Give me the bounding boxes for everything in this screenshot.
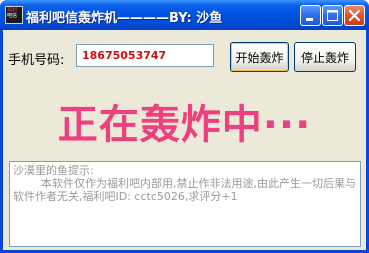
close-icon: [348, 9, 361, 22]
phone-label: 手机号码:: [8, 53, 65, 68]
app-icon-text-2: 吧信: [7, 13, 18, 19]
title-bar[interactable]: 福利 吧信 福利吧信轰炸机————BY: 沙鱼: [0, 0, 369, 30]
window-title: 福利吧信轰炸机————BY: 沙鱼: [26, 11, 223, 26]
start-bombing-button[interactable]: 开始轰炸: [230, 42, 289, 72]
stop-bombing-button[interactable]: 停止轰炸: [294, 42, 356, 72]
notice-textarea[interactable]: 沙漠里的鱼提示: 本软件仅作为福利吧内部用,禁止作非法用途,由此产生一切后果与软…: [9, 161, 361, 247]
app-icon: 福利 吧信: [5, 6, 23, 24]
status-banner: 正在轰炸中···: [57, 102, 312, 148]
close-button[interactable]: [344, 5, 365, 26]
maximize-button[interactable]: [322, 5, 343, 26]
phone-input[interactable]: [76, 44, 214, 67]
minimize-icon: [306, 18, 313, 21]
minimize-button[interactable]: [300, 5, 321, 26]
app-window: 福利 吧信 福利吧信轰炸机————BY: 沙鱼 手机号码: 开始轰炸 停止轰炸 …: [0, 0, 369, 253]
maximize-icon: [327, 10, 338, 21]
window-client-area: 手机号码: 开始轰炸 停止轰炸 正在轰炸中··· 沙漠里的鱼提示: 本软件仅作为…: [3, 30, 366, 250]
